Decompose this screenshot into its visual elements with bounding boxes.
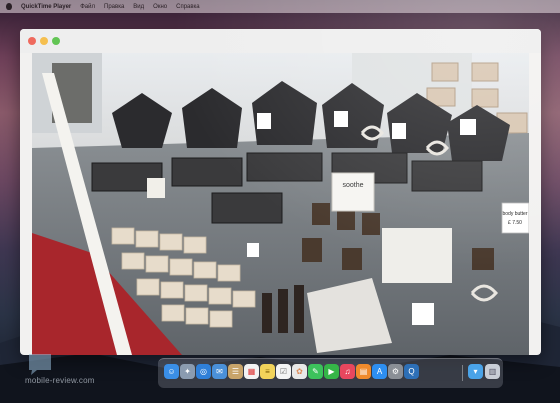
safari-icon[interactable]: ◎ (196, 364, 211, 379)
itunes-icon[interactable]: ♫ (340, 364, 355, 379)
launchpad-icon[interactable]: ✦ (180, 364, 195, 379)
photos-icon[interactable]: ✿ (292, 364, 307, 379)
system-preferences-icon[interactable]: ⚙ (388, 364, 403, 379)
menu-edit[interactable]: Правка (104, 4, 124, 10)
watermark-logo-icon (29, 354, 51, 375)
menu-bar: QuickTime Player Файл Правка Вид Окно Сп… (0, 0, 560, 13)
contacts-icon[interactable]: ☰ (228, 364, 243, 379)
menu-help[interactable]: Справка (176, 4, 200, 10)
menu-window[interactable]: Окно (153, 4, 167, 10)
white-gift-bag (382, 228, 452, 283)
reminders-icon[interactable]: ☑ (276, 364, 291, 379)
watermark-text: mobile-review.com (25, 376, 95, 385)
market-stall-photo: soothe body butter £ 7.50 (32, 53, 529, 355)
calendar-icon[interactable]: ▦ (244, 364, 259, 379)
downloads-folder-icon[interactable]: ▾ (468, 364, 483, 379)
mail-icon[interactable]: ✉ (212, 364, 227, 379)
soothe-label: soothe (342, 182, 363, 189)
video-frame[interactable]: soothe body butter £ 7.50 (32, 53, 529, 355)
monitor-screen: QuickTime Player Файл Правка Вид Окно Сп… (0, 0, 560, 403)
menu-app-name[interactable]: QuickTime Player (21, 4, 71, 10)
notes-icon[interactable]: ≡ (260, 364, 275, 379)
soothe-box (331, 172, 375, 212)
zoom-button[interactable] (52, 37, 60, 45)
close-button[interactable] (28, 37, 36, 45)
dock: ☺ ✦ ◎ ✉ ☰ ▦ ≡ ☑ ✿ ✎ ▶ ♫ ▤ A ⚙ Q ▾ ▥ (158, 358, 503, 388)
price-label: £ 7.50 (508, 220, 522, 226)
menu-view[interactable]: Вид (133, 4, 144, 10)
quicktime-window: soothe body butter £ 7.50 (20, 29, 541, 355)
finder-icon[interactable]: ☺ (164, 364, 179, 379)
messages-icon[interactable]: ✎ (308, 364, 323, 379)
menu-file[interactable]: Файл (80, 4, 95, 10)
app-store-icon[interactable]: A (372, 364, 387, 379)
apple-icon[interactable] (6, 3, 12, 10)
facetime-icon[interactable]: ▶ (324, 364, 339, 379)
quicktime-icon[interactable]: Q (404, 364, 419, 379)
body-butter-sign (501, 202, 529, 234)
watermark: mobile-review.com (25, 352, 95, 396)
minimize-button[interactable] (40, 37, 48, 45)
body-butter-label: body butter (502, 211, 527, 217)
trash-icon[interactable]: ▥ (485, 364, 500, 379)
dock-separator (462, 365, 463, 381)
ibooks-icon[interactable]: ▤ (356, 364, 371, 379)
window-titlebar[interactable] (20, 29, 541, 53)
